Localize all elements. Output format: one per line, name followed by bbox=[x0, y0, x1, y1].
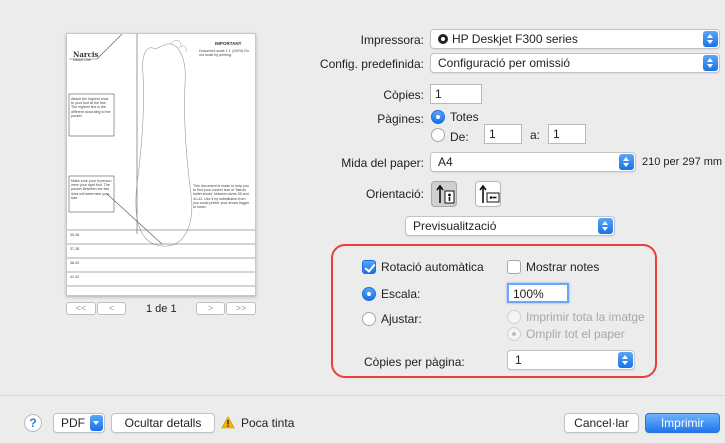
landscape-orientation-button[interactable] bbox=[475, 181, 501, 207]
pdf-menu-button[interactable]: PDF bbox=[53, 413, 105, 433]
doc-size-row: 37-38 bbox=[70, 247, 80, 251]
paper-size-label: Mida del paper: bbox=[341, 156, 424, 170]
fit-label: Ajustar: bbox=[381, 312, 422, 326]
pages-to-label: a: bbox=[530, 128, 541, 142]
chevron-down-icon bbox=[90, 415, 103, 431]
preset-label: Config. predefinida: bbox=[319, 57, 424, 71]
doc-logo: Narcis bbox=[73, 50, 99, 59]
scale-field[interactable]: 100% bbox=[507, 283, 569, 303]
paper-size-select[interactable]: A4 bbox=[430, 152, 636, 172]
pdf-button-label: PDF bbox=[61, 416, 85, 430]
copies-per-page-value: 1 bbox=[515, 353, 522, 367]
show-notes-checkbox[interactable] bbox=[507, 260, 521, 274]
chevron-updown-icon bbox=[703, 31, 718, 47]
orientation-label: Orientació: bbox=[365, 187, 424, 201]
pages-all-label: Totes bbox=[450, 110, 479, 124]
print-entire-image-radio[interactable] bbox=[507, 310, 521, 324]
doc-size-row: 38-40 bbox=[70, 261, 80, 265]
printer-select-value: HP Deskjet F300 series bbox=[452, 32, 578, 46]
chevron-updown-icon bbox=[618, 352, 633, 368]
show-notes-label: Mostrar notes bbox=[526, 260, 600, 274]
next-page-button[interactable]: > bbox=[196, 302, 225, 315]
section-select-value: Previsualització bbox=[413, 219, 497, 233]
doc-instruction-2: Make sure your in person were your right… bbox=[71, 179, 112, 200]
fill-paper-radio[interactable] bbox=[507, 327, 521, 341]
auto-rotate-label: Rotació automàtica bbox=[381, 260, 484, 274]
chevron-updown-icon bbox=[598, 218, 613, 234]
hide-details-button[interactable]: Ocultar detalls bbox=[111, 413, 215, 433]
copies-label: Còpies: bbox=[383, 88, 424, 102]
section-select[interactable]: Previsualització bbox=[405, 216, 615, 236]
copies-per-page-label: Còpies per pàgina: bbox=[364, 355, 465, 369]
auto-rotate-checkbox[interactable] bbox=[362, 260, 376, 274]
chevron-updown-icon bbox=[619, 154, 634, 170]
copies-field[interactable]: 1 bbox=[430, 84, 482, 104]
pages-range-label: De: bbox=[450, 130, 469, 144]
scale-label: Escala: bbox=[381, 287, 421, 301]
doc-instruction-1: Attach the highest shoe to your foot at … bbox=[71, 97, 111, 118]
pages-range-radio[interactable] bbox=[431, 128, 445, 142]
pages-from-field[interactable]: 1 bbox=[484, 124, 522, 144]
doc-scale-note: Document scale 1:1 (100%) Do not scale b… bbox=[199, 49, 249, 58]
doc-description: This document is made to help you to fin… bbox=[193, 184, 250, 210]
preview-page: Narcis Dance Line IMPORTANT Document sca… bbox=[66, 33, 256, 296]
fill-paper-label: Omplir tot el paper bbox=[526, 327, 625, 341]
printer-select[interactable]: HP Deskjet F300 series bbox=[430, 29, 720, 49]
print-button[interactable]: Imprimir bbox=[645, 413, 720, 433]
preset-select[interactable]: Configuració per omissió bbox=[430, 53, 720, 73]
doc-size-row: 35-36 bbox=[70, 233, 80, 237]
portrait-orientation-button[interactable] bbox=[431, 181, 457, 207]
portrait-orientation-icon bbox=[436, 184, 455, 204]
print-entire-image-label: Imprimir tota la imatge bbox=[526, 310, 645, 324]
footer-divider bbox=[0, 395, 725, 396]
cancel-button[interactable]: Cancel·lar bbox=[564, 413, 639, 433]
foot-template-drawing bbox=[67, 34, 255, 287]
preset-select-value: Configuració per omissió bbox=[438, 56, 571, 70]
scale-radio[interactable] bbox=[362, 287, 376, 301]
doc-logo-sub: Dance Line bbox=[73, 58, 91, 62]
previous-page-button[interactable]: < bbox=[97, 302, 126, 315]
pages-all-radio[interactable] bbox=[431, 110, 445, 124]
print-preview-pane: Narcis Dance Line IMPORTANT Document sca… bbox=[0, 0, 327, 395]
printer-label: Impressora: bbox=[360, 33, 424, 47]
preview-pager: << < 1 de 1 > >> bbox=[0, 302, 327, 316]
printer-status-icon bbox=[438, 34, 448, 44]
doc-heading: IMPORTANT bbox=[215, 41, 242, 46]
copies-per-page-select[interactable]: 1 bbox=[507, 350, 635, 370]
chevron-updown-icon bbox=[703, 55, 718, 71]
paper-dimensions: 210 per 297 mm bbox=[642, 156, 723, 168]
doc-size-row: 41-42 bbox=[70, 275, 80, 279]
last-page-button[interactable]: >> bbox=[226, 302, 256, 315]
first-page-button[interactable]: << bbox=[66, 302, 96, 315]
help-icon: ? bbox=[29, 416, 37, 430]
landscape-orientation-icon bbox=[479, 184, 500, 203]
help-button[interactable]: ? bbox=[24, 414, 42, 432]
fit-radio[interactable] bbox=[362, 312, 376, 326]
low-ink-status: Poca tinta bbox=[241, 416, 295, 430]
paper-size-value: A4 bbox=[438, 155, 453, 169]
pages-label: Pàgines: bbox=[377, 112, 424, 126]
page-indicator: 1 de 1 bbox=[146, 303, 177, 315]
warning-triangle-icon bbox=[221, 416, 235, 429]
pages-to-field[interactable]: 1 bbox=[548, 124, 586, 144]
